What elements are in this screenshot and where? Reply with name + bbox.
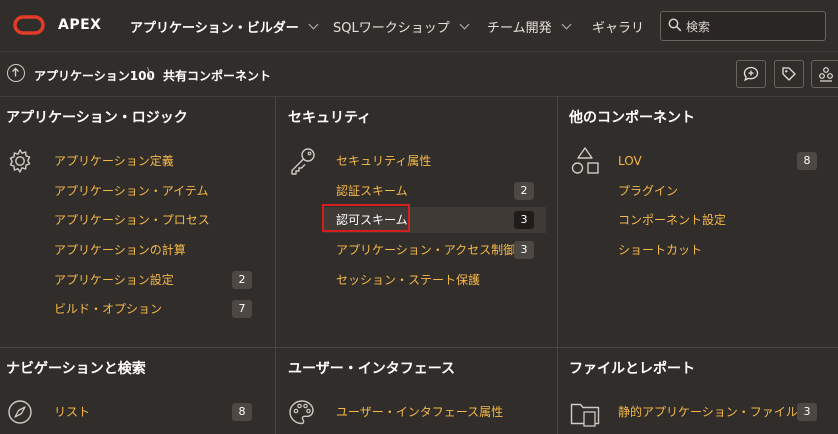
- link-security-attributes[interactable]: セキュリティ属性: [336, 149, 431, 173]
- count-badge: 7: [232, 300, 252, 318]
- column-divider: [557, 97, 558, 434]
- breadcrumb-current: 共有コンポーネント: [163, 69, 272, 83]
- search-icon: [668, 18, 682, 32]
- oracle-logo-icon[interactable]: [13, 15, 45, 35]
- breadcrumb: アプリケーション100 \ 共有コンポーネント: [0, 52, 838, 97]
- count-badge: 2: [232, 271, 252, 289]
- chevron-down-icon: [459, 19, 470, 30]
- highlight-box: [322, 204, 410, 232]
- link-user-interface-attributes[interactable]: ユーザー・インタフェース属性: [336, 400, 503, 424]
- shapes-icon: [571, 147, 599, 174]
- link-application-processes[interactable]: アプリケーション・プロセス: [54, 208, 210, 232]
- folder-icon: [570, 403, 600, 427]
- search-placeholder: 検索: [686, 20, 711, 34]
- panel-title: ファイルとレポート: [569, 361, 695, 377]
- link-application-items[interactable]: アプリケーション・アイテム: [54, 179, 209, 203]
- brand-name[interactable]: APEX: [58, 17, 101, 33]
- count-badge: 3: [514, 241, 534, 259]
- panel-title: ユーザー・インタフェース: [288, 361, 456, 377]
- nav-team-development[interactable]: チーム開発: [487, 17, 572, 36]
- link-application-access-control[interactable]: アプリケーション・アクセス制御: [336, 238, 515, 262]
- nav-sql-workshop-label: SQLワークショップ: [333, 21, 450, 36]
- link-lists[interactable]: リスト: [54, 400, 90, 424]
- nav-sql-workshop[interactable]: SQLワークショップ: [333, 17, 470, 36]
- panel-title: 他のコンポーネント: [569, 110, 695, 126]
- link-plugins[interactable]: プラグイン: [618, 179, 678, 203]
- nav-app-builder-label: アプリケーション・ビルダー: [130, 21, 299, 36]
- count-badge: 8: [232, 403, 252, 421]
- column-divider: [275, 97, 276, 434]
- panel-title: セキュリティ: [288, 110, 372, 126]
- link-component-settings[interactable]: コンポーネント設定: [618, 208, 726, 232]
- row-divider: [0, 347, 838, 348]
- link-static-application-files[interactable]: 静的アプリケーション・ファイル: [618, 400, 798, 424]
- chevron-down-icon: [561, 19, 572, 30]
- panel-title: ナビゲーションと検索: [6, 361, 146, 377]
- link-authentication-schemes[interactable]: 認証スキーム: [336, 179, 408, 203]
- tag-button[interactable]: [774, 60, 804, 88]
- nav-team-development-label: チーム開発: [487, 21, 552, 36]
- tag-icon: [782, 67, 796, 81]
- search-input[interactable]: 検索: [660, 11, 826, 41]
- breadcrumb-parent-link[interactable]: アプリケーション100: [34, 67, 155, 84]
- chevron-down-icon: [308, 19, 319, 30]
- link-application-definition[interactable]: アプリケーション定義: [54, 149, 174, 173]
- compass-icon: [8, 400, 32, 424]
- link-application-computations[interactable]: アプリケーションの計算: [54, 238, 186, 262]
- people-icon: [819, 67, 833, 82]
- shared-components-grid: アプリケーション・ロジック アプリケーション定義 アプリケーション・アイテム ア…: [0, 97, 838, 434]
- count-badge: 2: [514, 182, 534, 200]
- palette-icon: [289, 400, 314, 425]
- count-badge: 3: [797, 403, 817, 421]
- gear-icon: [9, 149, 31, 173]
- panel-title: アプリケーション・ロジック: [6, 110, 188, 126]
- link-application-settings[interactable]: アプリケーション設定: [54, 268, 174, 292]
- link-build-options[interactable]: ビルド・オプション: [54, 297, 162, 321]
- nav-gallery-label: ギャラリ: [592, 21, 645, 36]
- team-button[interactable]: [811, 60, 838, 88]
- count-badge: 8: [797, 152, 817, 170]
- nav-app-builder[interactable]: アプリケーション・ビルダー: [130, 17, 319, 36]
- up-arrow-icon[interactable]: [7, 64, 25, 82]
- key-icon: [291, 148, 315, 175]
- count-badge: 3: [514, 211, 534, 229]
- add-comment-button[interactable]: [736, 60, 766, 88]
- top-navigation-bar: APEX アプリケーション・ビルダー SQLワークショップ チーム開発 ギャラリ…: [0, 0, 838, 52]
- chat-plus-icon: [743, 66, 759, 82]
- nav-gallery[interactable]: ギャラリ: [592, 17, 644, 36]
- link-session-state-protection[interactable]: セッション・ステート保護: [336, 268, 480, 292]
- breadcrumb-separator: \: [147, 66, 152, 81]
- link-lov[interactable]: LOV: [618, 149, 642, 173]
- link-shortcuts[interactable]: ショートカット: [618, 238, 702, 262]
